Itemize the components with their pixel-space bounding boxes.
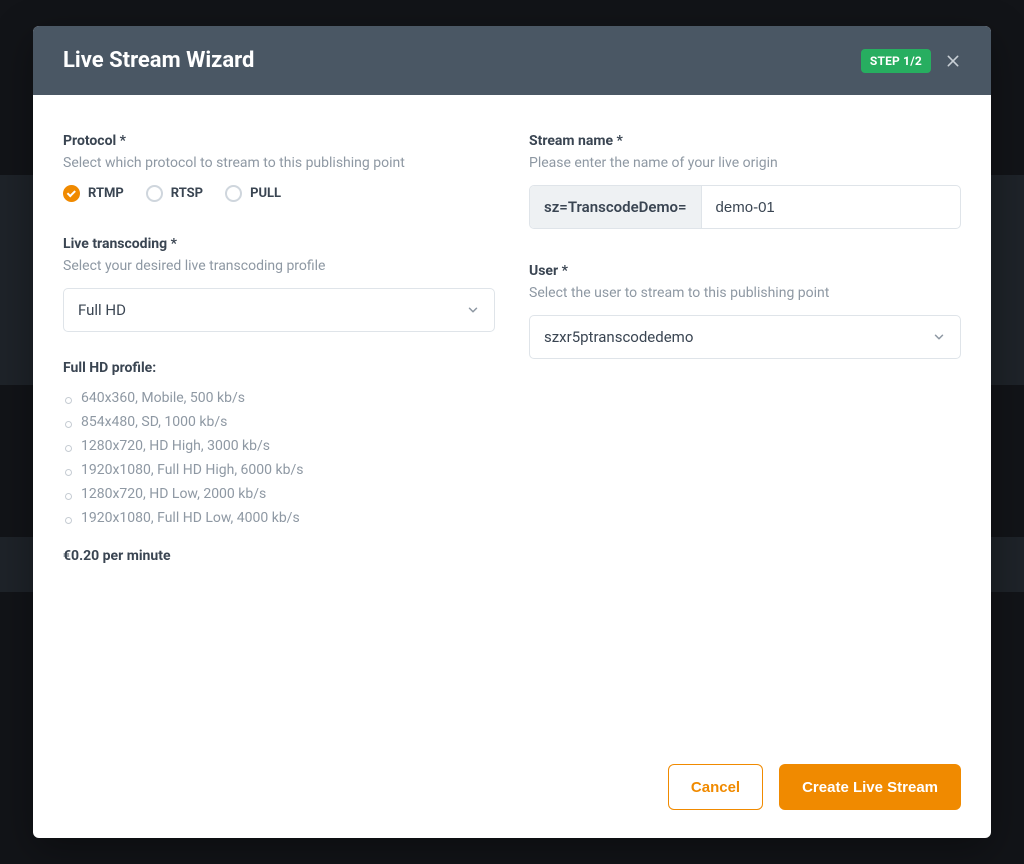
chevron-down-icon <box>932 330 946 344</box>
transcoding-label: Live transcoding * <box>63 236 495 252</box>
profile-item: 640x360, Mobile, 500 kb/s <box>79 386 495 410</box>
user-field: User * Select the user to stream to this… <box>529 263 961 359</box>
modal-title: Live Stream Wizard <box>63 48 254 73</box>
modal-header: Live Stream Wizard STEP 1/2 <box>33 26 991 95</box>
profile-item: 1280x720, HD Low, 2000 kb/s <box>79 482 495 506</box>
chevron-down-icon <box>466 303 480 317</box>
modal-body: Protocol * Select which protocol to stre… <box>33 95 991 746</box>
transcoding-selected: Full HD <box>78 301 126 319</box>
transcoding-help: Select your desired live transcoding pro… <box>63 258 495 274</box>
radio-dot-icon <box>225 185 242 202</box>
create-live-stream-button[interactable]: Create Live Stream <box>779 764 961 810</box>
user-label: User * <box>529 263 961 279</box>
cancel-button[interactable]: Cancel <box>668 764 763 810</box>
profile-item: 1920x1080, Full HD Low, 4000 kb/s <box>79 506 495 530</box>
radio-label: RTMP <box>88 186 124 201</box>
profile-item: 1280x720, HD High, 3000 kb/s <box>79 434 495 458</box>
stream-name-field: Stream name * Please enter the name of y… <box>529 133 961 229</box>
radio-dot-icon <box>63 185 80 202</box>
step-badge: STEP 1/2 <box>861 49 931 73</box>
protocol-field: Protocol * Select which protocol to stre… <box>63 133 495 202</box>
close-icon[interactable] <box>945 53 961 69</box>
transcoding-field: Live transcoding * Select your desired l… <box>63 236 495 332</box>
radio-label: RTSP <box>171 186 203 201</box>
radio-label: PULL <box>250 186 281 201</box>
left-column: Protocol * Select which protocol to stre… <box>63 133 495 726</box>
protocol-label: Protocol * <box>63 133 495 149</box>
user-selected: szxr5ptranscodedemo <box>544 328 693 346</box>
stream-name-input[interactable] <box>702 186 960 228</box>
modal-footer: Cancel Create Live Stream <box>33 746 991 838</box>
right-column: Stream name * Please enter the name of y… <box>529 133 961 726</box>
protocol-options: RTMP RTSP PULL <box>63 185 495 202</box>
profile-item: 854x480, SD, 1000 kb/s <box>79 410 495 434</box>
radio-dot-icon <box>146 185 163 202</box>
live-stream-wizard-modal: Live Stream Wizard STEP 1/2 Protocol * S… <box>33 26 991 838</box>
stream-name-input-group: sz=TranscodeDemo= <box>529 185 961 229</box>
protocol-radio-rtsp[interactable]: RTSP <box>146 185 203 202</box>
profile-title: Full HD profile: <box>63 360 495 376</box>
stream-name-prefix: sz=TranscodeDemo= <box>530 186 702 228</box>
profile-list: 640x360, Mobile, 500 kb/s 854x480, SD, 1… <box>63 386 495 530</box>
protocol-help: Select which protocol to stream to this … <box>63 155 495 171</box>
profile-item: 1920x1080, Full HD High, 6000 kb/s <box>79 458 495 482</box>
stream-name-label: Stream name * <box>529 133 961 149</box>
profile-price: €0.20 per minute <box>63 548 495 564</box>
user-select[interactable]: szxr5ptranscodedemo <box>529 315 961 359</box>
transcoding-select[interactable]: Full HD <box>63 288 495 332</box>
protocol-radio-pull[interactable]: PULL <box>225 185 281 202</box>
stream-name-help: Please enter the name of your live origi… <box>529 155 961 171</box>
user-help: Select the user to stream to this publis… <box>529 285 961 301</box>
protocol-radio-rtmp[interactable]: RTMP <box>63 185 124 202</box>
